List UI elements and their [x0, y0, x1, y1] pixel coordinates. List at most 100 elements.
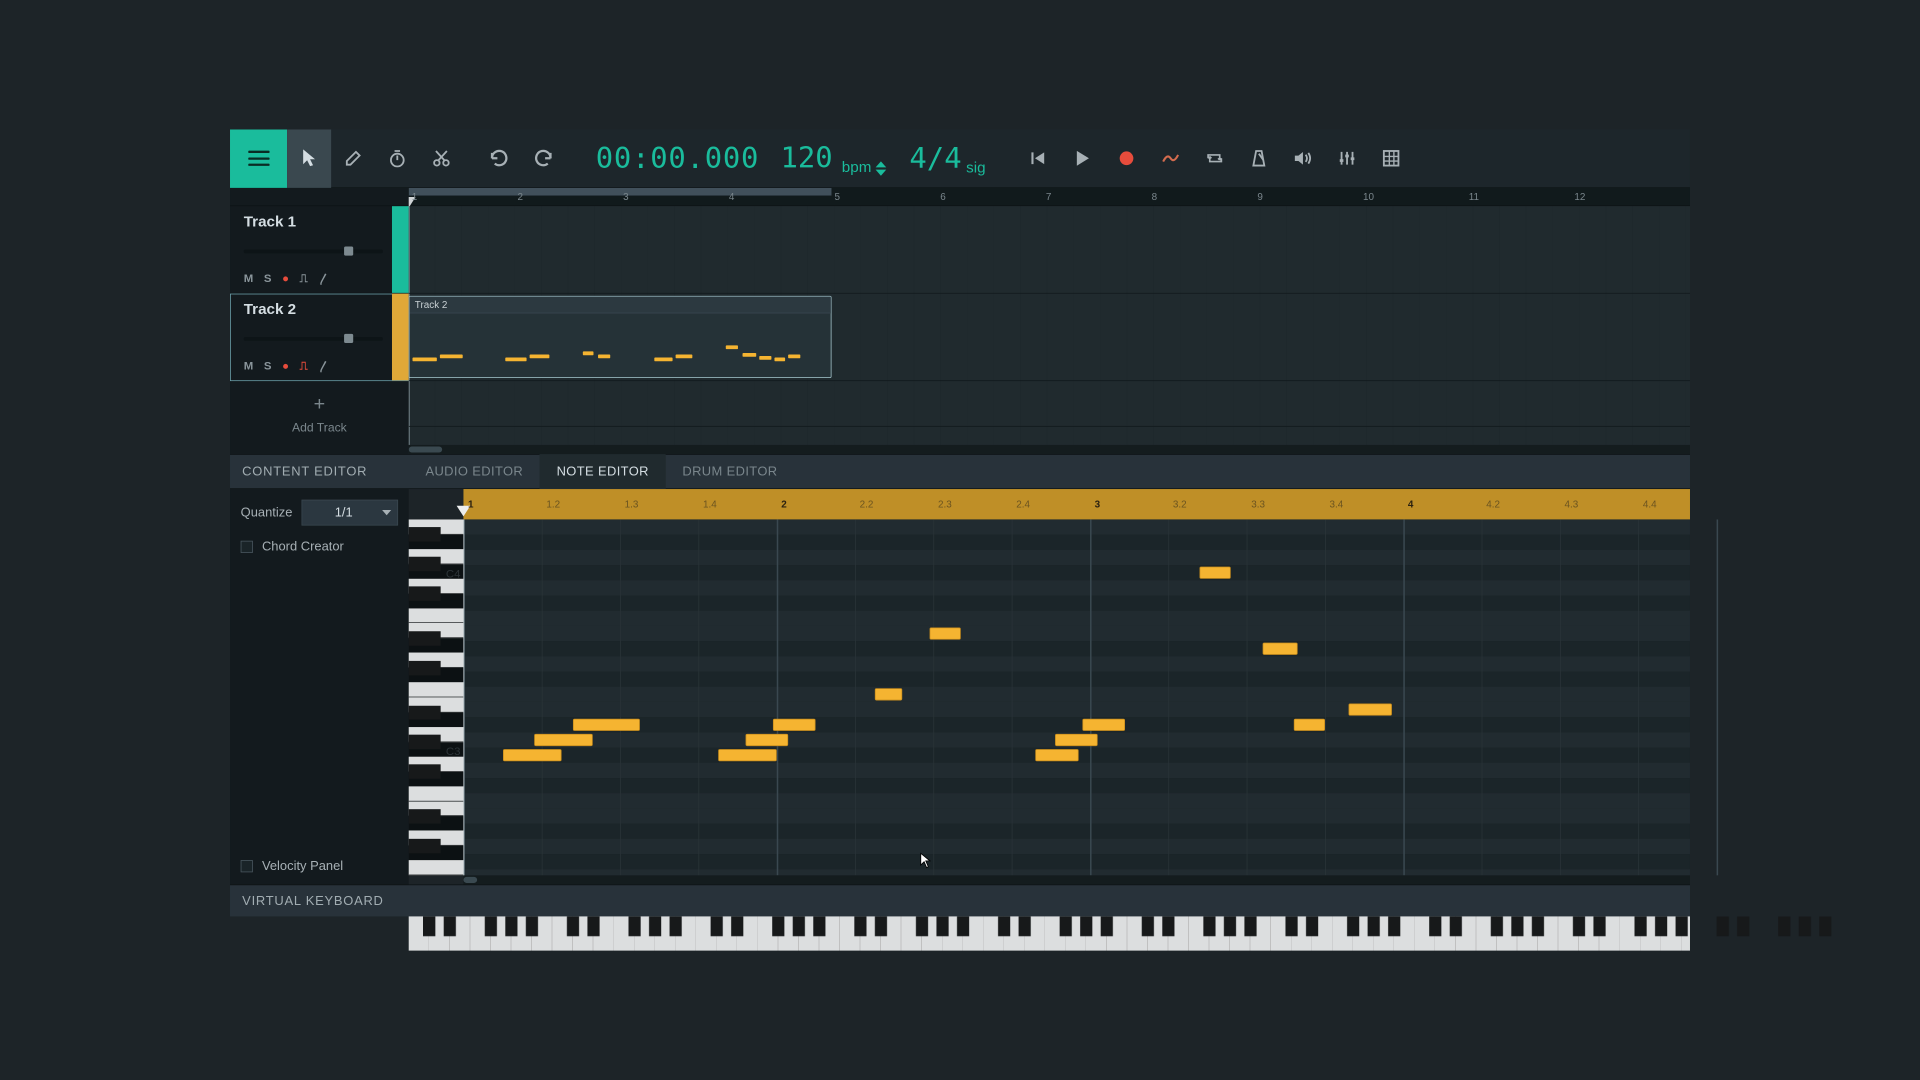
loop-region[interactable] [409, 188, 832, 196]
ruler-bar-label: 2 [517, 191, 523, 202]
midi-note[interactable] [573, 719, 640, 731]
hamburger-icon [248, 151, 269, 166]
loop-button[interactable] [1192, 129, 1236, 188]
instrument-icon[interactable]: ⎍ [300, 360, 308, 373]
track-lane-1[interactable] [409, 206, 1690, 293]
solo-button[interactable]: S [264, 360, 272, 373]
volume-button[interactable] [1281, 129, 1325, 188]
automation-icon[interactable]: 〳 [318, 358, 329, 374]
piano-key[interactable] [409, 772, 464, 786]
piano-key[interactable] [409, 594, 464, 608]
noteeditor-hscroll[interactable] [463, 875, 1690, 884]
bpm-label: bpm [842, 159, 872, 176]
pr-ruler-label: 4.4 [1643, 498, 1657, 509]
midi-note[interactable] [1348, 703, 1391, 715]
pointer-tool[interactable] [287, 129, 331, 188]
undo-button[interactable] [477, 129, 521, 188]
arrange-hscroll-thumb[interactable] [409, 446, 442, 452]
solo-button[interactable]: S [264, 272, 272, 285]
automation-button[interactable] [1148, 129, 1192, 188]
mute-button[interactable]: M [244, 360, 254, 373]
piano-key[interactable] [409, 786, 464, 801]
redo-button[interactable] [521, 129, 565, 188]
midi-note[interactable] [718, 749, 777, 761]
midi-note[interactable] [503, 749, 562, 761]
ruler-bar-label: 3 [623, 191, 629, 202]
bpm-display[interactable]: 120 [776, 141, 837, 174]
piano-key[interactable] [409, 860, 464, 875]
grid-button[interactable] [1369, 129, 1413, 188]
track-name: Track 1 [244, 214, 400, 231]
automation-icon[interactable]: 〳 [318, 271, 329, 287]
quantize-dropdown[interactable]: 1/1 [302, 500, 399, 526]
piano-key[interactable]: C3 [409, 742, 464, 756]
piano-key[interactable]: C4 [409, 564, 464, 578]
midi-note[interactable] [1082, 719, 1125, 731]
piano-key[interactable] [409, 638, 464, 652]
ruler-bar-label: 6 [940, 191, 946, 202]
track-lane-2[interactable]: Track 2 [409, 294, 1690, 381]
chord-creator-checkbox[interactable] [241, 541, 253, 553]
content-editor-title: CONTENT EDITOR [230, 464, 409, 479]
track-header-2[interactable]: Track 2 M S ● ⎍ 〳 [230, 294, 409, 381]
pr-ruler-label: 1.2 [546, 498, 560, 509]
arm-record-button[interactable]: ● [282, 360, 289, 373]
editor-tab-audio-editor[interactable]: AUDIO EDITOR [409, 454, 540, 489]
empty-lane[interactable] [409, 381, 1690, 427]
midi-note[interactable] [773, 719, 816, 731]
midi-note[interactable] [875, 688, 902, 700]
add-track-button[interactable]: + Add Track [230, 381, 409, 454]
piano-key[interactable] [409, 668, 464, 682]
ruler-bar-label: 5 [835, 191, 841, 202]
noteeditor-hscroll-thumb[interactable] [463, 877, 477, 883]
midi-note[interactable] [1262, 643, 1297, 655]
piano-key[interactable] [409, 713, 464, 727]
noteeditor-ruler[interactable]: 11.21.31.422.22.32.433.23.33.444.24.34.4 [463, 489, 1690, 519]
track-volume-slider[interactable] [244, 249, 383, 253]
pr-ruler-label: 4.2 [1486, 498, 1500, 509]
arrange-ruler[interactable]: 123456789101112 [409, 188, 1690, 206]
track-header-1[interactable]: Track 1 M S ● ⎍ 〳 [230, 206, 409, 293]
pr-ruler-label: 1.4 [703, 498, 717, 509]
play-button[interactable] [1060, 129, 1104, 188]
mixer-button[interactable] [1325, 129, 1369, 188]
cut-tool[interactable] [419, 129, 463, 188]
arm-record-button[interactable]: ● [282, 272, 289, 285]
chevron-down-icon [382, 510, 391, 515]
pencil-tool[interactable] [331, 129, 375, 188]
note-grid[interactable] [463, 519, 1690, 875]
piano-key[interactable] [409, 535, 464, 549]
midi-note[interactable] [1055, 734, 1098, 746]
metronome-button[interactable] [1237, 129, 1281, 188]
arrange-hscroll[interactable] [409, 445, 1690, 454]
track-volume-slider[interactable] [244, 337, 383, 341]
instrument-icon[interactable]: ⎍ [300, 272, 308, 285]
midi-note[interactable] [929, 627, 960, 639]
main-menu-button[interactable] [230, 129, 287, 188]
timesig-display[interactable]: 4/4 [887, 142, 962, 175]
midi-note[interactable] [745, 734, 788, 746]
bpm-spinner[interactable] [876, 161, 887, 175]
piano-keys[interactable]: C4 C3 [409, 519, 464, 875]
velocity-panel-checkbox[interactable] [241, 860, 253, 872]
pr-ruler-label: 2.2 [860, 498, 874, 509]
virtual-keyboard[interactable] [409, 916, 1690, 950]
track-color-strip [392, 294, 409, 381]
editor-tab-drum-editor[interactable]: DRUM EDITOR [666, 454, 795, 489]
midi-note[interactable] [1294, 719, 1325, 731]
piano-key[interactable] [409, 608, 464, 623]
editor-tab-note-editor[interactable]: NOTE EDITOR [540, 454, 666, 489]
piano-key[interactable] [409, 682, 464, 697]
midi-note[interactable] [534, 734, 593, 746]
midi-note[interactable] [1200, 567, 1231, 579]
add-track-label: Add Track [292, 421, 347, 435]
mute-button[interactable]: M [244, 272, 254, 285]
timer-tool[interactable] [375, 129, 419, 188]
piano-key[interactable] [409, 846, 464, 860]
midi-note[interactable] [1035, 749, 1078, 761]
piano-key[interactable] [409, 816, 464, 830]
midi-clip[interactable]: Track 2 [409, 296, 832, 378]
time-display[interactable]: 00:00.000 [579, 142, 776, 175]
rewind-button[interactable] [1016, 129, 1060, 188]
record-button[interactable] [1104, 129, 1148, 188]
